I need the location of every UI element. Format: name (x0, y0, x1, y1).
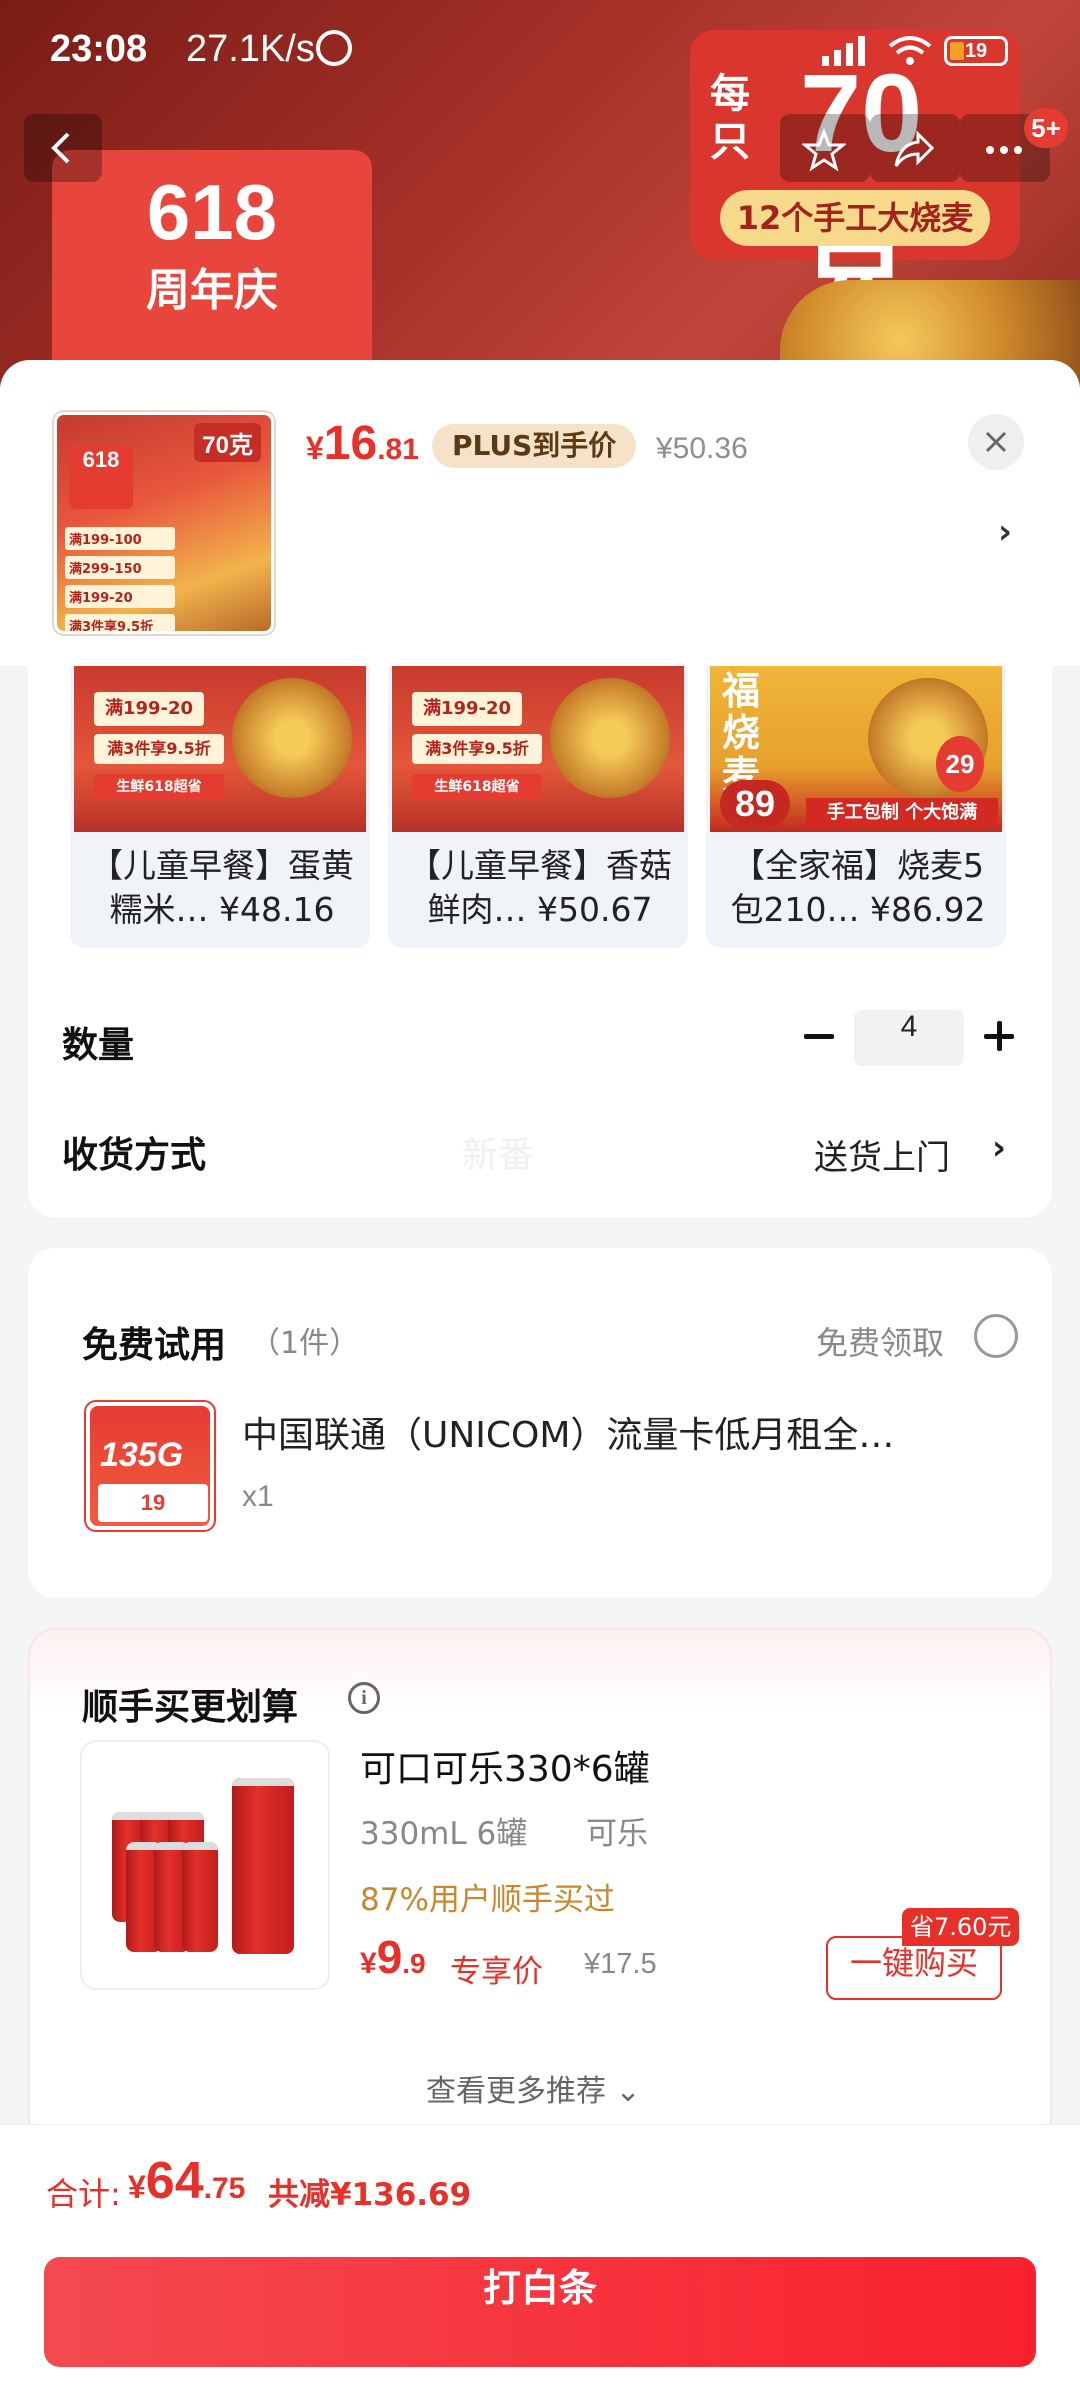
price-currency: ¥ (306, 430, 324, 466)
thumb-weight-label: 70克 (194, 423, 261, 462)
upsell-item-brand: 可乐 (586, 1816, 648, 1852)
price-decimal: .81 (377, 433, 419, 466)
upsell-title: 顺手买更划算 (82, 1687, 299, 1728)
thumb-618-label: 618 (69, 445, 133, 509)
thumb-promo-row: 满199-20 (65, 585, 175, 608)
signal-icon (822, 36, 865, 66)
sku-image: 满199-20 满3件享9.5折 生鲜618超省 (74, 666, 366, 832)
dumpling-image (550, 678, 670, 798)
product-thumbnail[interactable]: 618 70克 满199-100 满299-150 满199-20 满3件享9.… (54, 412, 274, 634)
product-price: ¥16.81 (306, 416, 419, 471)
sku-promo-tag: 满199-20 (94, 692, 204, 726)
back-button[interactable] (24, 114, 102, 182)
favorite-button[interactable] (780, 114, 870, 182)
sku-price-tag: 29 (936, 736, 984, 792)
info-icon[interactable]: i (348, 1682, 380, 1714)
exclusive-price-label: 专享价 (450, 1954, 543, 1990)
close-icon (985, 431, 1007, 453)
dumpling-image (232, 678, 352, 798)
total-price: ¥64.75 (128, 2151, 245, 2211)
sku-image: 福烧麦 29 89 手工包制 个大饱满 (710, 666, 1002, 832)
free-trial-radio[interactable] (974, 1314, 1018, 1358)
thumb-promo-list: 满199-100 满299-150 满199-20 满3件享9.5折 (65, 527, 175, 631)
status-bar: 23:08 27.1K/s 19 (0, 0, 1080, 100)
sku-image-title: 福烧麦 (722, 669, 761, 797)
purchase-sheet: 618 70克 满199-100 满299-150 满199-20 满3件享9.… (0, 360, 1080, 2400)
more-recommendations-link[interactable]: 查看更多推荐 ⌄ (426, 2066, 641, 2110)
weight-caption: 12个手工大烧麦 (720, 190, 990, 246)
price-decimal: .9 (402, 1948, 426, 1979)
sku-promo-tag: 生鲜618超省 (412, 774, 542, 800)
chevron-left-icon (51, 132, 70, 164)
sheet-header: 618 70克 满199-100 满299-150 满199-20 满3件享9.… (0, 360, 1080, 666)
sku-promo-tag: 满3件享9.5折 (94, 734, 224, 764)
total-saved: 共减¥136.69 (268, 2177, 472, 2213)
upsell-item-title: 可口可乐330*6罐 (360, 1749, 650, 1790)
sku-price-tag: 89 (720, 780, 790, 828)
thumb-promo-row: 满199-100 (65, 527, 175, 550)
cola-can (182, 1842, 218, 1952)
price-currency: ¥ (128, 2169, 146, 2205)
pay-button[interactable]: 打白条 (44, 2257, 1036, 2367)
sku-name: 【全家福】烧麦5包210… ¥86.92 (730, 846, 986, 929)
upsell-item-spec: 330mL 6罐 (360, 1816, 528, 1852)
promo-anniversary-text: 周年庆 (146, 265, 278, 316)
sku-card[interactable]: 满199-20 满3件享9.5折 生鲜618超省 【儿童早餐】香菇鲜肉… ¥50… (388, 666, 688, 948)
sku-image: 满199-20 满3件享9.5折 生鲜618超省 (392, 666, 684, 832)
sim-card-image: 135G 19 (84, 1400, 216, 1532)
save-tag: 省7.60元 (902, 1908, 1020, 1946)
sku-card[interactable]: 福烧麦 29 89 手工包制 个大饱满 【全家福】烧麦5包210… ¥86.92 (706, 666, 1006, 948)
sim-card-bg: 135G 19 (90, 1406, 210, 1526)
chevron-right-icon[interactable]: › (998, 512, 1012, 552)
alarm-icon (316, 30, 352, 66)
free-trial-claim-label[interactable]: 免费领取 (816, 1318, 944, 1364)
upsell-price: ¥9.9 (360, 1930, 426, 1984)
free-trial-card: 免费试用 （1件） 免费领取 135G 19 中国联通（UNICOM）流量卡低月… (28, 1248, 1052, 1598)
sku-name: 【儿童早餐】蛋黄糯米… ¥48.16 (90, 846, 354, 929)
sku-ribbon: 手工包制 个大饱满 (806, 798, 998, 828)
sku-list: 满199-20 满3件享9.5折 生鲜618超省 【儿童早餐】蛋黄糯米… ¥48… (70, 666, 1010, 948)
price-integer: 16 (323, 417, 378, 470)
status-net-speed: 27.1K/s (186, 28, 315, 70)
free-trial-item-name: 中国联通（UNICOM）流量卡低月租全… (242, 1415, 895, 1456)
sku-card[interactable]: 满199-20 满3件享9.5折 生鲜618超省 【儿童早餐】蛋黄糯米… ¥48… (70, 666, 370, 948)
sku-promo-tag: 满199-20 (412, 692, 522, 726)
cola-can (232, 1778, 294, 1954)
sku-promo-tag: 生鲜618超省 (94, 774, 224, 800)
price-currency: ¥ (360, 1947, 377, 1980)
cola-image[interactable] (80, 1740, 330, 1990)
upsell-card: 顺手买更划算 i 可口可乐330*6罐 330mL 6罐 可乐 87%用户顺手买… (28, 1628, 1052, 2148)
free-trial-count: （1件） (250, 1326, 360, 1361)
sku-promo-tag: 满3件享9.5折 (412, 734, 542, 764)
sim-card-price: 19 (98, 1484, 208, 1522)
share-button[interactable] (870, 114, 960, 182)
price-integer: 64 (145, 2152, 204, 2210)
plus-price-tag: PLUS到手价 (432, 424, 637, 468)
checkout-bar: 合计: ¥64.75 共减¥136.69 打白条 (0, 2124, 1080, 2400)
original-price: ¥50.36 (656, 432, 748, 465)
close-button[interactable] (968, 414, 1024, 470)
notification-badge: 5+ (1024, 108, 1068, 148)
wifi-icon (888, 36, 932, 65)
status-time: 23:08 (50, 28, 148, 70)
price-decimal: .75 (203, 2172, 246, 2205)
total-label: 合计: (46, 2175, 121, 2213)
free-trial-item-qty: x1 (242, 1480, 274, 1513)
thumb-promo-row: 满299-150 (65, 556, 175, 579)
sim-card-data: 135G (100, 1436, 184, 1474)
upsell-social-proof: 87%用户顺手买过 (360, 1882, 615, 1918)
thumb-promo-row: 满3件享9.5折 (65, 614, 175, 631)
battery-icon: 19 (944, 36, 1008, 66)
share-icon (894, 130, 935, 167)
star-icon (802, 128, 846, 172)
promo-618-text: 618 (146, 168, 278, 256)
upsell-original-price: ¥17.5 (584, 1948, 657, 1980)
free-trial-title: 免费试用 (82, 1325, 227, 1366)
sku-name: 【儿童早餐】香菇鲜肉… ¥50.67 (408, 846, 672, 929)
price-integer: 9 (376, 1931, 403, 1983)
more-dots-icon (986, 146, 1022, 154)
